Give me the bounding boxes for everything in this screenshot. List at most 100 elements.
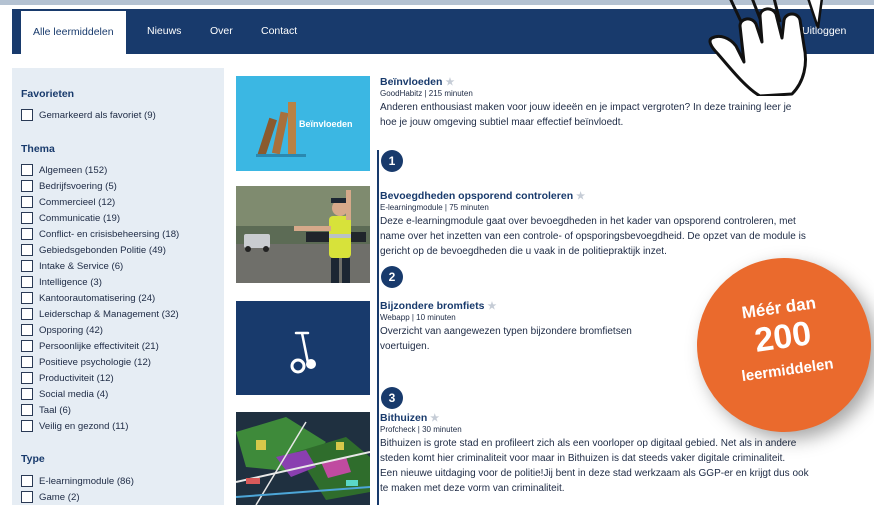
checkbox[interactable] [21,356,33,368]
filter-label: Game (2) [39,491,80,503]
checkbox[interactable] [21,212,33,224]
favorites-heading: Favorieten [21,88,75,100]
filter-label: Gebiedsgebonden Politie (49) [39,244,166,256]
theme-heading: Thema [21,143,55,155]
filter-label: Taal (6) [39,404,71,416]
filter-theme[interactable]: Persoonlijke effectiviteit (21) [21,339,159,353]
star-icon[interactable]: ★ [576,191,585,202]
desc-line: Deze e-learningmodule gaat over bevoegdh… [380,216,796,227]
star-icon[interactable]: ★ [445,77,454,88]
filter-theme[interactable]: Taal (6) [21,403,71,417]
item-title[interactable]: Bijzondere bromfiets [380,300,484,312]
checkbox[interactable] [21,420,33,432]
filter-theme[interactable]: Bedrijfsvoering (5) [21,179,117,193]
item-description: Bithuizen is grote stad en profileert zi… [380,436,874,496]
desc-line: steden komt hier criminaliteit voor maar… [380,453,786,464]
filter-theme[interactable]: Kantoorautomatisering (24) [21,291,155,305]
filter-label: Positieve psychologie (12) [39,356,151,368]
traffic-officer-photo [236,186,370,283]
checkbox[interactable] [21,324,33,336]
step-number-3: 3 [381,387,403,409]
list-item-bevoegdheden: Bevoegdheden opsporend controleren ★ E-le… [380,190,874,259]
desc-line: Een nieuwe uitdaging voor de politie!Jij… [380,468,809,479]
filter-label: Communicatie (19) [39,212,121,224]
item-title[interactable]: Beïnvloeden [380,76,442,88]
filter-favorites[interactable]: Gemarkeerd als favoriet (9) [21,108,156,122]
thumbnail-beinvloeden[interactable]: Beïnvloeden [236,76,370,171]
checkbox[interactable] [21,292,33,304]
filter-theme[interactable]: Communicatie (19) [21,211,120,225]
desc-line: name over het inzetten van een controle-… [380,231,806,242]
filter-theme[interactable]: Commercieel (12) [21,195,115,209]
checkbox[interactable] [21,228,33,240]
filter-theme[interactable]: Algemeen (152) [21,163,107,177]
star-icon[interactable]: ★ [430,413,439,424]
filter-theme[interactable]: Veilig en gezond (11) [21,419,128,433]
checkbox[interactable] [21,244,33,256]
desc-line: te maken met deze vorm van criminaliteit… [380,483,565,494]
checkbox[interactable] [21,372,33,384]
checkbox[interactable] [21,308,33,320]
tab-contact[interactable]: Contact [261,9,297,54]
filter-sidebar: Favorieten Gemarkeerd als favoriet (9) T… [12,68,224,505]
filter-label: Intelligence (3) [39,276,102,288]
timeline-line [377,150,379,505]
filter-theme[interactable]: Gebiedsgebonden Politie (49) [21,243,166,257]
desc-line: gericht op de bevoegdheden die u vaak in… [380,246,667,257]
item-description: Anderen enthousiast maken voor jouw idee… [380,100,874,130]
filter-label: Productiviteit (12) [39,372,114,384]
thumbnail-bromfiets[interactable] [236,301,370,395]
filter-label: Bedrijfsvoering (5) [39,180,117,192]
checkbox[interactable] [21,475,33,487]
filter-label: E-learningmodule (86) [39,475,134,487]
filter-label: Persoonlijke effectiviteit (21) [39,340,159,352]
filter-label: Algemeen (152) [39,164,108,176]
filter-label: Commercieel (12) [39,196,116,208]
item-title-link[interactable]: Bevoegdheden opsporend controleren ★ [380,190,874,202]
checkbox[interactable] [21,180,33,192]
thumbnail-bithuizen[interactable] [236,412,370,505]
filter-theme[interactable]: Intelligence (3) [21,275,102,289]
checkbox[interactable] [21,276,33,288]
filter-label: Opsporing (42) [39,324,103,336]
filter-theme[interactable]: Leiderschap & Management (32) [21,307,179,321]
desc-line: hoe je jouw omgeving subtiel maar effect… [380,117,624,128]
checkbox[interactable] [21,404,33,416]
filter-theme[interactable]: Social media (4) [21,387,108,401]
filter-theme[interactable]: Conflict- en crisisbeheersing (18) [21,227,179,241]
tab-nieuws[interactable]: Nieuws [147,9,181,54]
desc-line: Anderen enthousiast maken voor jouw idee… [380,102,792,113]
filter-type[interactable]: Game (2) [21,490,80,504]
tab-over[interactable]: Over [210,9,233,54]
checkbox[interactable] [21,388,33,400]
item-meta: E-learningmodule | 75 minuten [380,203,489,212]
desc-line: Bithuizen is grote stad en profileert zi… [380,438,797,449]
checkbox[interactable] [21,260,33,272]
step-number-1: 1 [381,150,403,172]
item-title[interactable]: Bithuizen [380,412,427,424]
filter-theme[interactable]: Opsporing (42) [21,323,103,337]
filter-type[interactable]: E-learningmodule (86) [21,474,134,488]
filter-theme[interactable]: Productiviteit (12) [21,371,114,385]
filter-label: Kantoorautomatisering (24) [39,292,156,304]
item-title[interactable]: Bevoegdheden opsporend controleren [380,190,573,202]
checkbox[interactable] [21,196,33,208]
checkbox[interactable] [21,491,33,503]
filter-label: Social media (4) [39,388,109,400]
item-description: Deze e-learningmodule gaat over bevoegdh… [380,214,874,259]
star-icon[interactable]: ★ [487,301,496,312]
checkbox[interactable] [21,109,33,121]
thumbnail-caption: Beïnvloeden [299,119,353,129]
checkbox[interactable] [21,340,33,352]
filter-label: Gemarkeerd als favoriet (9) [39,109,156,121]
filter-label: Conflict- en crisisbeheersing (18) [39,228,180,240]
thumbnail-bevoegdheden[interactable] [236,186,370,283]
filter-label: Intake & Service (6) [39,260,124,272]
type-heading: Type [21,453,45,465]
pointing-hand-icon [708,0,823,96]
tab-alle-leermiddelen[interactable]: Alle leermiddelen [21,11,126,54]
filter-theme[interactable]: Intake & Service (6) [21,259,123,273]
filter-theme[interactable]: Positieve psychologie (12) [21,355,151,369]
filter-label: Veilig en gezond (11) [39,420,129,432]
checkbox[interactable] [21,164,33,176]
